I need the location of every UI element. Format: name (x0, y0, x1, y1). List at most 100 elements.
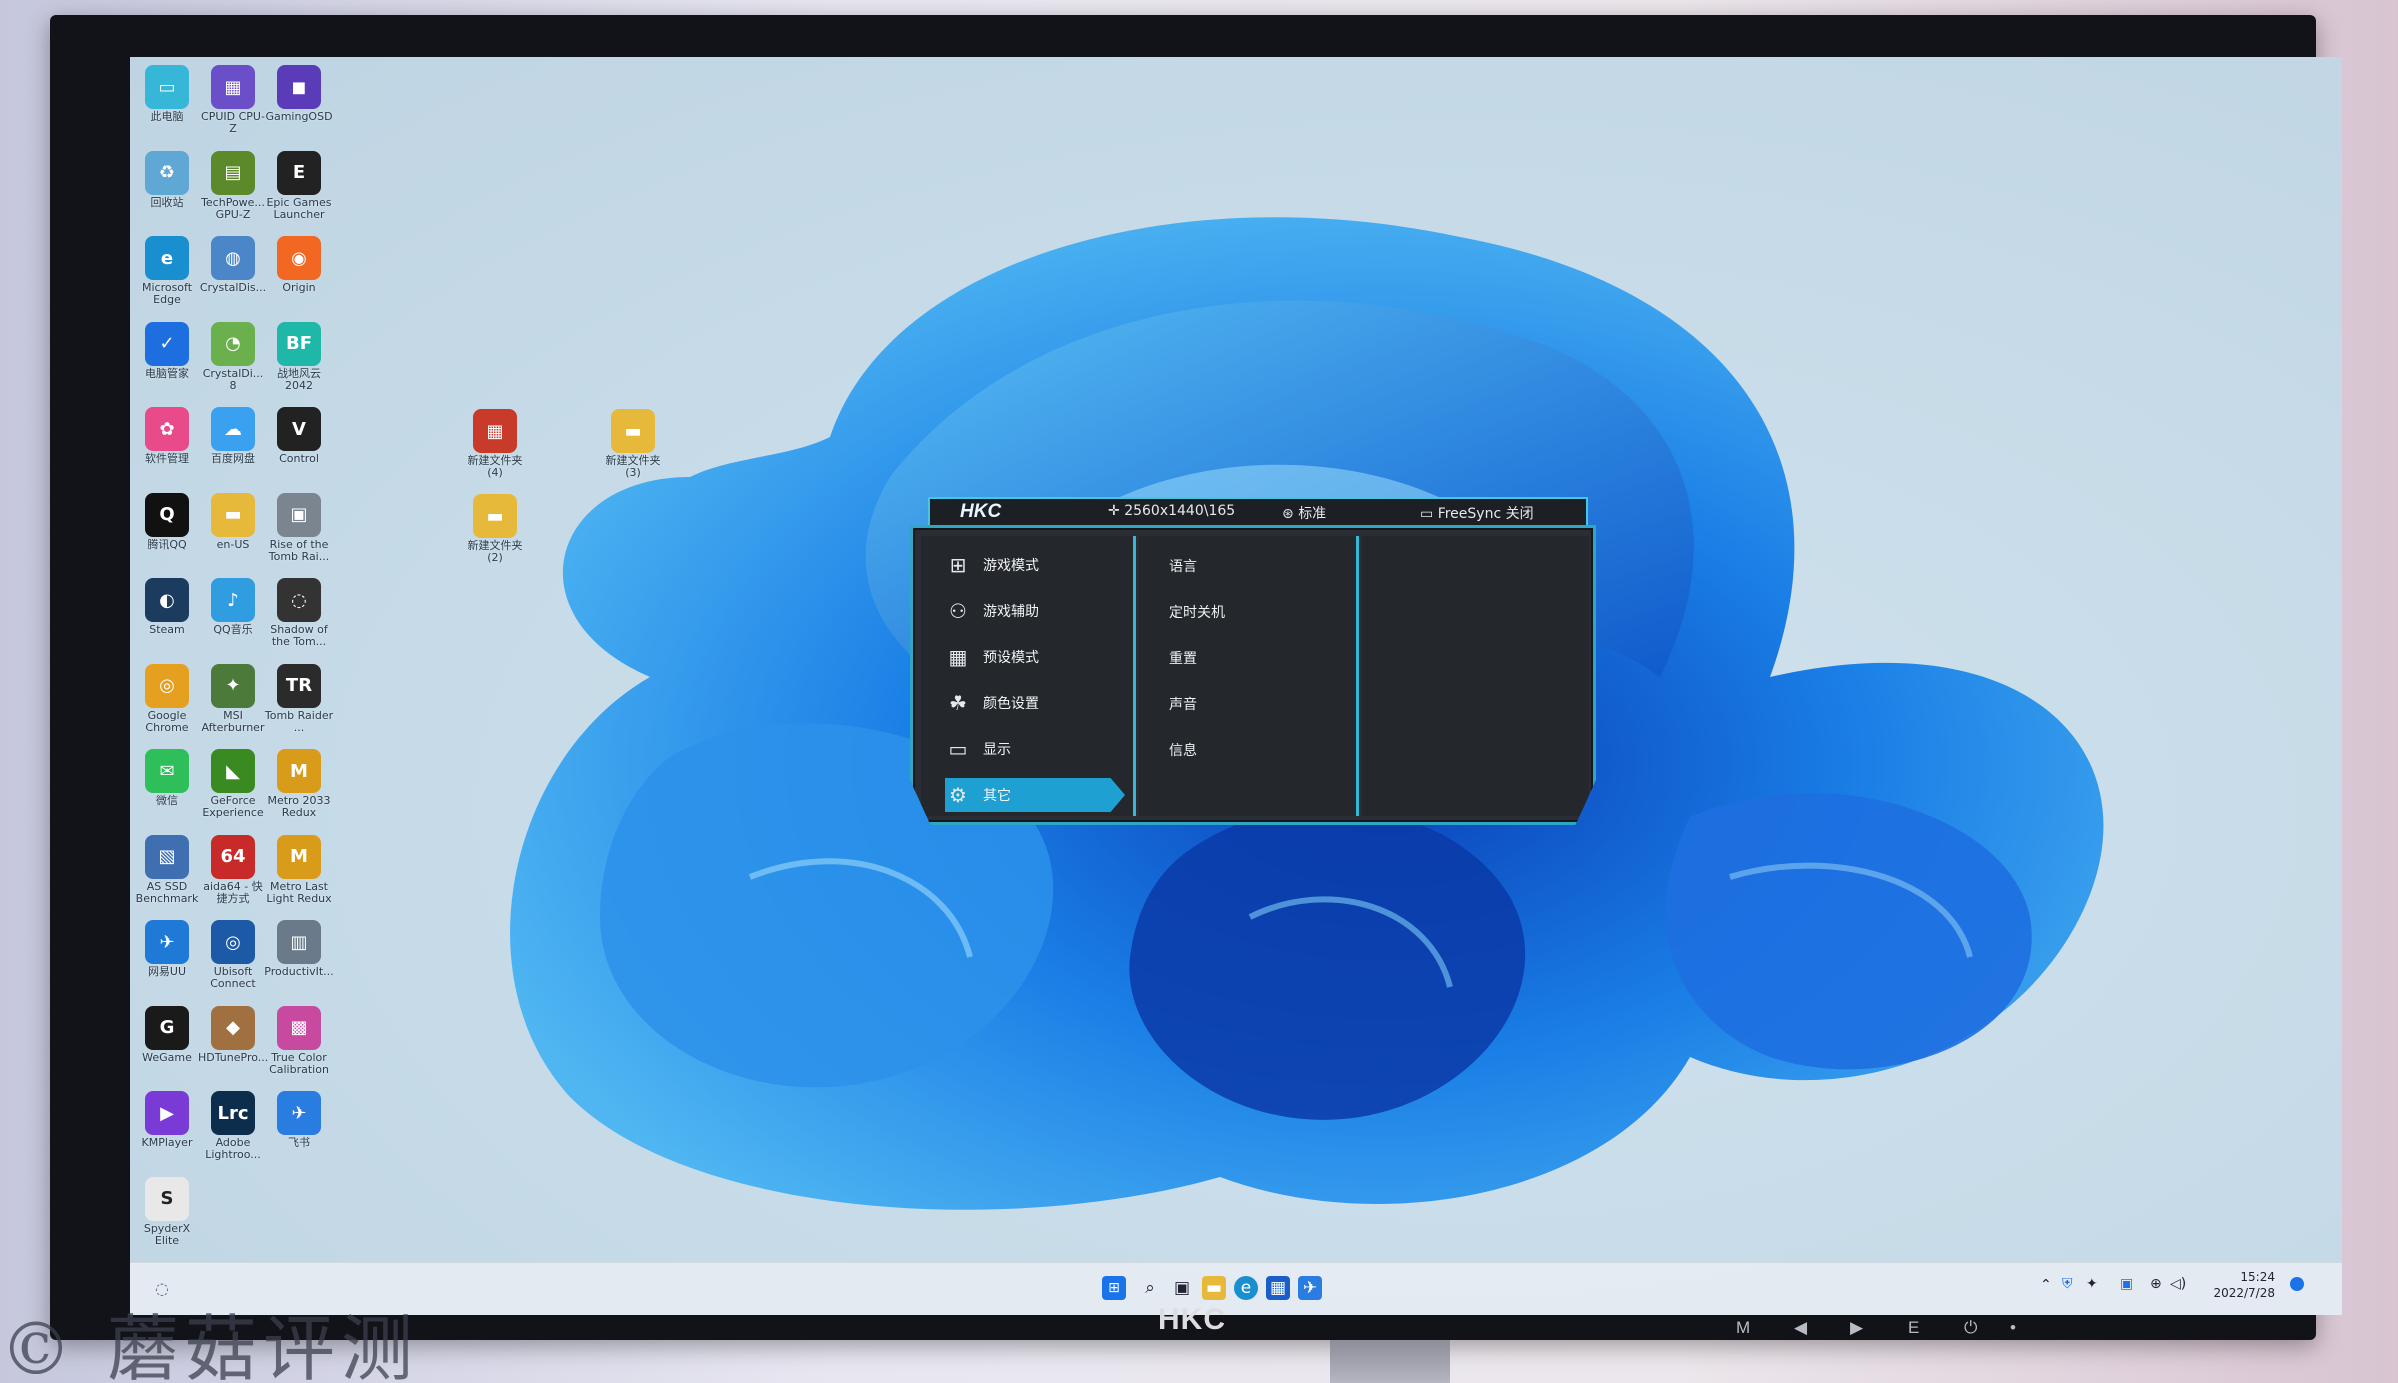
desktop-icon[interactable]: BF 战地风云 2042 (264, 321, 334, 392)
watermark: © 蘑菇评测 (0, 1307, 419, 1383)
app-icon: ✈ (145, 920, 189, 964)
app-icon: ◼ (277, 65, 321, 109)
clock[interactable]: 15:24 2022/7/28 (2205, 1269, 2275, 1301)
desktop-icon[interactable]: ✦ MSI Afterburner (198, 663, 268, 734)
desktop-icon-label: 软件管理 (145, 452, 189, 465)
mode-icon: ⊛ (1282, 506, 1299, 522)
app-icon: Q (145, 492, 189, 537)
desktop-icon[interactable]: ◆ HDTunePro... (198, 1005, 268, 1064)
desktop-folder[interactable]: ▦ 新建文件夹 (4) (460, 409, 530, 479)
osd-menu-item[interactable]: ▭ 显示 (945, 732, 1125, 766)
monitor-icon: ▭ (1420, 506, 1438, 522)
notification-icon[interactable] (2290, 1277, 2304, 1291)
monitor-button[interactable]: ⏻ (1964, 1318, 1977, 1338)
desktop-icon-label: 此电脑 (150, 110, 184, 123)
desktop-icon[interactable]: M Metro Last Light Redux (264, 834, 334, 905)
desktop-icon[interactable]: E Epic Games Launcher (264, 150, 334, 221)
osd-submenu-item[interactable]: 定时关机 (1169, 602, 1225, 622)
desktop-icon[interactable]: ✈ 飞书 (264, 1091, 334, 1149)
osd-submenu-item[interactable]: 语言 (1169, 556, 1197, 576)
start-button[interactable]: ⊞ (1102, 1276, 1126, 1300)
osd-menu-item[interactable]: ⊞ 游戏模式 (945, 548, 1125, 582)
tray-chevron-icon[interactable]: ⌃ (2040, 1277, 2052, 1293)
desktop-icon[interactable]: TR Tomb Raider ... (264, 663, 334, 734)
desktop-icon[interactable]: G WeGame (132, 1005, 202, 1064)
desktop-icon-label: 飞书 (288, 1136, 310, 1149)
monitor-stand (1330, 1340, 1450, 1383)
tray-shield-icon[interactable]: ⛨ (2062, 1276, 2073, 1292)
game-mode-icon: ⊞ (949, 553, 967, 577)
desktop-icon[interactable]: ◍ CrystalDis... (198, 236, 268, 294)
desktop-folder[interactable]: ▬ 新建文件夹 (3) (598, 409, 668, 479)
desktop-icon[interactable]: ▤ TechPowe... GPU-Z (198, 150, 268, 221)
osd-menu-item[interactable]: ▦ 预设模式 (945, 640, 1125, 674)
osd-panel: ⊞ 游戏模式 ⚇ 游戏辅助 ▦ 预设模式 ☘ 颜色设置 ▭ 显示 ⚙ 其它 语言定时关机重置声音信息 (910, 525, 1596, 825)
app-icon: ▤ (211, 150, 255, 195)
file-explorer-icon[interactable]: ▬ (1202, 1276, 1226, 1300)
desktop-icon[interactable]: ◎ Ubisoft Connect (198, 920, 268, 990)
desktop-icon[interactable]: ▶ KMPlayer (132, 1091, 202, 1149)
app-icon: G (145, 1005, 189, 1050)
desktop-icon-label: Metro 2033 Redux (267, 794, 331, 819)
desktop-icon[interactable]: ▥ ProductivIt... (264, 920, 334, 978)
desktop-icon[interactable]: ▧ AS SSD Benchmark (132, 834, 202, 905)
desktop-icon[interactable]: ◼ GamingOSD (264, 65, 334, 123)
desktop-icon[interactable]: ▭ 此电脑 (132, 65, 202, 123)
monitor-button[interactable]: ▶ (1850, 1318, 1863, 1338)
app-icon: ◎ (211, 920, 255, 964)
volume-icon[interactable]: ◁) (2170, 1276, 2186, 1292)
search-icon[interactable]: ⌕ (1138, 1276, 1162, 1300)
app-icon: V (277, 407, 321, 451)
desktop-icon-label: AS SSD Benchmark (135, 879, 199, 905)
desktop-icon[interactable]: ◣ GeForce Experience (198, 749, 268, 819)
desktop-icon[interactable]: ✈ 网易UU (132, 920, 202, 978)
feishu-icon[interactable]: ✈ (1298, 1276, 1322, 1300)
osd-menu-item[interactable]: ☘ 颜色设置 (945, 686, 1125, 720)
osd-menu-item[interactable]: ⚇ 游戏辅助 (945, 594, 1125, 628)
store-icon[interactable]: ▦ (1266, 1276, 1290, 1300)
app-icon: ♻ (145, 150, 189, 195)
osd-menu-label: 其它 (983, 788, 1011, 804)
osd-submenu-item[interactable]: 信息 (1169, 740, 1197, 760)
desktop-icon[interactable]: Lrc Adobe Lightroo... (198, 1091, 268, 1161)
desktop-icon[interactable]: 64 aida64 - 快捷方式 (198, 834, 268, 905)
monitor-button[interactable]: ◀ (1794, 1318, 1807, 1338)
desktop-icon[interactable]: ✿ 软件管理 (132, 407, 202, 465)
network-icon[interactable]: ⊕ (2150, 1276, 2162, 1292)
desktop-icon[interactable]: ◎ Google Chrome (132, 663, 202, 734)
desktop-icon[interactable]: Q 腾讯QQ (132, 492, 202, 551)
desktop-icon[interactable]: ◐ Steam (132, 578, 202, 636)
desktop-icon[interactable]: ▬ en-US (198, 492, 268, 551)
desktop-icon[interactable]: ☁ 百度网盘 (198, 407, 268, 465)
desktop-icon[interactable]: ▦ CPUID CPU-Z (198, 65, 268, 135)
desktop-icon[interactable]: e Microsoft Edge (132, 236, 202, 306)
desktop-icon[interactable]: M Metro 2033 Redux (264, 749, 334, 819)
osd-submenu-item[interactable]: 声音 (1169, 694, 1197, 714)
task-view-icon[interactable]: ▣ (1170, 1276, 1194, 1300)
osd-menu-label: 游戏辅助 (983, 604, 1039, 620)
desktop-folder[interactable]: ▬ 新建文件夹 (2) (460, 494, 530, 564)
edge-icon[interactable]: e (1234, 1276, 1258, 1300)
desktop-icon[interactable]: ◉ Origin (264, 236, 334, 294)
desktop-icon[interactable]: S SpyderX Elite (132, 1176, 202, 1247)
monitor-button[interactable]: E (1908, 1318, 1919, 1338)
desktop-icon[interactable]: ✓ 电脑管家 (132, 321, 202, 380)
desktop-icon[interactable]: V Control (264, 407, 334, 465)
monitor-button[interactable]: M (1736, 1318, 1750, 1338)
app-icon: ◌ (277, 578, 321, 622)
desktop-icon[interactable]: ◌ Shadow of the Tom... (264, 578, 334, 648)
desktop-icon[interactable]: ♻ 回收站 (132, 150, 202, 209)
desktop-icon-label: Rise of the Tomb Rai... (268, 537, 330, 563)
desktop-icon[interactable]: ♪ QQ音乐 (198, 578, 268, 636)
desktop-icon[interactable]: ◔ CrystalDi... 8 (198, 321, 268, 392)
osd-menu-item[interactable]: ⚙ 其它 (945, 778, 1125, 812)
desktop-icon[interactable]: ▩ True Color Calibration (264, 1005, 334, 1076)
desktop-icon[interactable]: ▣ Rise of the Tomb Rai... (264, 492, 334, 563)
osd-submenu-item[interactable]: 重置 (1169, 648, 1197, 668)
desktop-icon[interactable]: ✉ 微信 (132, 749, 202, 807)
tray-settings-icon[interactable]: ✦ (2086, 1276, 2098, 1292)
monitor-button[interactable]: • (2010, 1318, 2016, 1338)
desktop-icon-label: en-US (216, 537, 250, 551)
app-icon: ▬ (211, 492, 255, 537)
tray-app-icon[interactable]: ▣ (2120, 1276, 2133, 1292)
